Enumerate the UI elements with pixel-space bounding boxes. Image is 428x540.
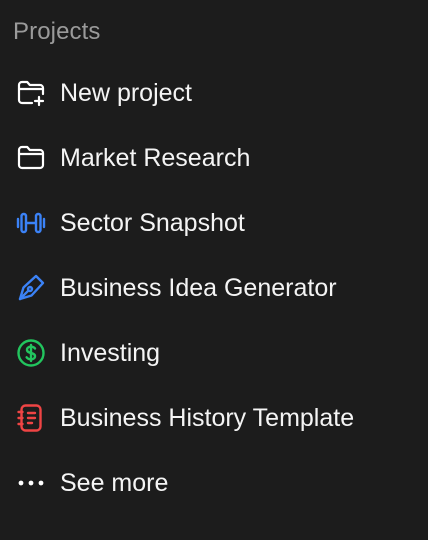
item-label: Market Research: [60, 143, 251, 172]
item-label: Business History Template: [60, 403, 355, 432]
project-item-market-research[interactable]: Market Research: [0, 125, 428, 190]
item-label: See more: [60, 468, 169, 497]
more-horizontal-icon: [15, 467, 47, 499]
section-title-projects: Projects: [13, 18, 101, 45]
item-label: Sector Snapshot: [60, 208, 245, 237]
new-project-item[interactable]: New project: [0, 60, 428, 125]
item-label: Investing: [60, 338, 161, 367]
pen-nib-icon: [15, 272, 47, 304]
project-item-investing[interactable]: Investing: [0, 320, 428, 385]
see-more-item[interactable]: See more: [0, 450, 428, 515]
project-item-sector-snapshot[interactable]: Sector Snapshot: [0, 190, 428, 255]
item-label: Business Idea Generator: [60, 273, 337, 302]
dumbbell-icon: [15, 207, 47, 239]
folder-icon: [15, 142, 47, 174]
item-label: New project: [60, 78, 192, 107]
folder-plus-icon: [15, 77, 47, 109]
notebook-icon: [15, 402, 47, 434]
dollar-circle-icon: [15, 337, 47, 369]
project-item-business-idea-generator[interactable]: Business Idea Generator: [0, 255, 428, 320]
projects-list: New project Market Research Sector Snaps…: [0, 60, 428, 515]
project-item-business-history-template[interactable]: Business History Template: [0, 385, 428, 450]
